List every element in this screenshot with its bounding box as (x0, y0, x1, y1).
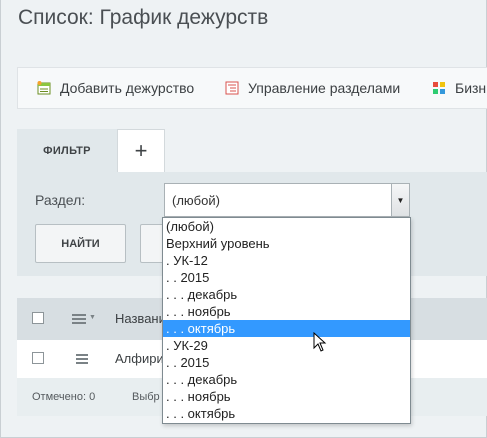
list-item[interactable]: (любой) (163, 218, 410, 235)
list-item[interactable]: . . 2015 (163, 354, 410, 371)
list-item[interactable]: . . . декабрь (163, 286, 410, 303)
sections-icon (225, 81, 239, 95)
find-button[interactable]: НАЙТИ (35, 224, 126, 263)
chevron-down-icon[interactable]: ▼ (391, 184, 409, 216)
business-label: Бизн (455, 80, 487, 96)
toolbar: Добавить дежурство Управление разделами … (17, 67, 487, 109)
row-name-cell[interactable]: Алфири (115, 351, 164, 366)
mouse-pointer-icon (313, 332, 327, 352)
list-item[interactable]: Верхний уровень (163, 235, 410, 252)
manage-sections-button[interactable]: Управление разделами (225, 68, 400, 108)
selected-count: Выбр (132, 391, 160, 403)
row-actions-icon[interactable] (76, 354, 88, 364)
list-item[interactable]: . . 2015 (163, 269, 410, 286)
select-all-checkbox[interactable] (32, 312, 44, 324)
add-duty-icon (37, 81, 51, 95)
list-item[interactable]: . УК-12 (163, 252, 410, 269)
list-item[interactable]: . . . декабрь (163, 371, 410, 388)
section-select[interactable]: (любой) ▼ (164, 183, 410, 217)
list-item-selected[interactable]: . . . октябрь (163, 320, 410, 337)
window-left-border (0, 0, 1, 438)
add-filter-tab-button[interactable]: + (117, 129, 165, 172)
list-item[interactable]: . . . ноябрь (163, 388, 410, 405)
section-dropdown-list[interactable]: (любой) Верхний уровень . УК-12 . . 2015… (162, 217, 411, 424)
business-button[interactable]: Бизн (432, 68, 486, 108)
filter-tab[interactable]: ФИЛЬТР (17, 129, 117, 172)
section-select-value: (любой) (172, 193, 220, 208)
row-checkbox[interactable] (32, 352, 44, 364)
page-title: Список: График дежурств (18, 6, 269, 29)
add-duty-button[interactable]: Добавить дежурство (37, 68, 194, 108)
marked-count: Отмечено: 0 (32, 391, 96, 403)
add-duty-label: Добавить дежурство (60, 80, 195, 96)
list-item[interactable]: . УК-29 (163, 337, 410, 354)
section-label: Раздел: (35, 192, 86, 208)
column-menu-icon[interactable] (72, 314, 86, 324)
business-icon (432, 81, 446, 95)
column-header-name[interactable]: Названи (115, 311, 166, 326)
chevron-down-icon: ▼ (89, 314, 96, 321)
list-item[interactable]: . . . октябрь (163, 405, 410, 422)
manage-sections-label: Управление разделами (248, 80, 401, 96)
list-item[interactable]: . . . ноябрь (163, 303, 410, 320)
